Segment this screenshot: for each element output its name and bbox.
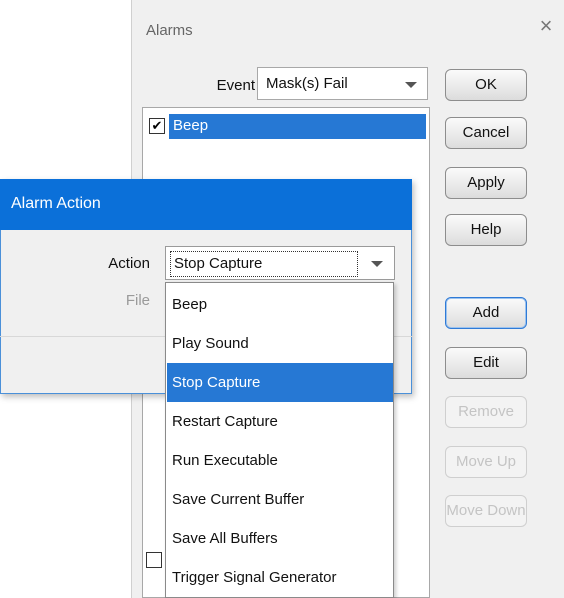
dialog-title: Alarm Action — [11, 195, 101, 212]
cancel-button[interactable]: Cancel — [445, 117, 527, 149]
close-icon[interactable]: × — [535, 15, 557, 37]
action-value: Stop Capture — [174, 255, 263, 272]
apply-button[interactable]: Apply — [445, 167, 527, 199]
remove-button[interactable]: Remove — [445, 396, 527, 428]
action-select[interactable]: Stop Capture — [165, 246, 395, 280]
focus-rect: Stop Capture — [170, 251, 358, 277]
list-item-label: Beep — [173, 117, 209, 134]
event-select[interactable]: Mask(s) Fail — [257, 67, 428, 100]
option-save-current-buffer[interactable]: Save Current Buffer — [167, 480, 393, 519]
event-label: Event — [216, 77, 255, 94]
option-restart-capture[interactable]: Restart Capture — [167, 402, 393, 441]
move-up-button[interactable]: Move Up — [445, 446, 527, 478]
chevron-down-icon — [371, 261, 383, 267]
beep-checkbox[interactable]: ✔ — [149, 118, 165, 134]
action-label: Action — [108, 255, 150, 272]
option-run-executable[interactable]: Run Executable — [167, 441, 393, 480]
option-save-all-buffers[interactable]: Save All Buffers — [167, 519, 393, 558]
move-down-button[interactable]: Move Down — [445, 495, 527, 527]
ok-button[interactable]: OK — [445, 69, 527, 101]
add-button[interactable]: Add — [445, 297, 527, 329]
option-stop-capture[interactable]: Stop Capture — [167, 363, 393, 402]
action-dropdown-list: Beep Play Sound Stop Capture Restart Cap… — [165, 282, 394, 598]
checkbox[interactable] — [146, 552, 162, 568]
option-beep[interactable]: Beep — [167, 285, 393, 324]
edit-button[interactable]: Edit — [445, 347, 527, 379]
option-play-sound[interactable]: Play Sound — [167, 324, 393, 363]
file-label: File — [125, 292, 150, 309]
list-item[interactable]: Beep — [169, 114, 426, 139]
event-value: Mask(s) Fail — [266, 75, 348, 92]
alarms-title: Alarms — [146, 22, 193, 39]
option-trigger-signal-generator[interactable]: Trigger Signal Generator — [167, 558, 393, 597]
chevron-down-icon — [405, 82, 417, 88]
help-button[interactable]: Help — [445, 214, 527, 246]
